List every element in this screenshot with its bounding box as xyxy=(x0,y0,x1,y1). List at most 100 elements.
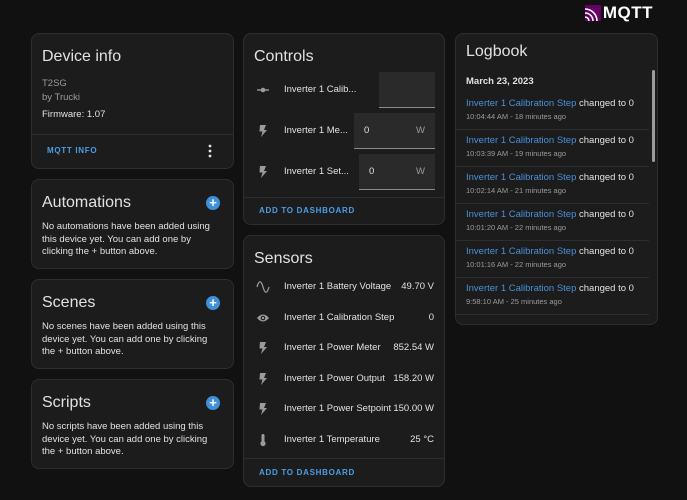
mqtt-logo-text: MQTT xyxy=(602,3,653,22)
sensor-value: 25 °C xyxy=(410,434,434,445)
sensor-value: 158.20 W xyxy=(393,373,434,384)
control-row: Inverter 1 Calib... xyxy=(244,72,444,108)
add-script-button[interactable]: + xyxy=(206,396,220,410)
log-entry: Inverter 1 Calibration Step changed to 0… xyxy=(466,209,643,232)
log-entity-link[interactable]: Inverter 1 Calibration Step xyxy=(466,172,576,183)
log-message: changed to 0 xyxy=(579,172,634,183)
add-to-dashboard-button[interactable]: ADD TO DASHBOARD xyxy=(259,206,355,215)
automations-title: Automations xyxy=(42,194,131,211)
log-entity-link[interactable]: Inverter 1 Calibration Step xyxy=(466,98,576,109)
log-message: changed to 0 xyxy=(579,283,634,294)
divider xyxy=(456,203,649,204)
flash-icon xyxy=(256,341,270,355)
sensor-row: Inverter 1 Power Setpoint 150.00 W xyxy=(244,401,444,417)
scenes-title: Scenes xyxy=(42,294,96,311)
mqtt-info-button[interactable]: MQTT INFO xyxy=(47,146,97,155)
log-entry: Inverter 1 Calibration Step changed to 0… xyxy=(466,172,643,195)
sensor-value: 49.70 V xyxy=(401,281,434,292)
input-value: 0 xyxy=(364,125,370,136)
automations-card: Automations + No automations have been a… xyxy=(31,179,234,269)
dots-vertical-icon[interactable] xyxy=(207,144,213,158)
control-label: Inverter 1 Calib... xyxy=(284,84,357,95)
log-message: changed to 0 xyxy=(579,135,634,146)
device-info-card: Device info T2SG by Trucki Firmware: 1.0… xyxy=(31,33,234,169)
divider xyxy=(244,458,444,459)
log-entity-link[interactable]: Inverter 1 Calibration Step xyxy=(466,135,576,146)
logbook-title: Logbook xyxy=(466,43,528,60)
control-label: Inverter 1 Set... xyxy=(284,166,349,177)
input-unit: W xyxy=(416,125,425,136)
log-message: changed to 0 xyxy=(579,209,634,220)
log-entry: Inverter 1 Calibration Step changed to 0… xyxy=(466,283,643,306)
divider xyxy=(456,240,649,241)
sensor-row: Inverter 1 Power Meter 852.54 W xyxy=(244,340,444,356)
scripts-card: Scripts + No scripts have been added usi… xyxy=(31,379,234,469)
mqtt-logo-icon xyxy=(584,5,601,21)
logbook-date: March 23, 2023 xyxy=(466,76,534,87)
log-entry: Inverter 1 Calibration Step changed to 0… xyxy=(466,246,643,269)
log-entry: Inverter 1 Calibration Step changed to 0… xyxy=(466,135,643,158)
eye-icon xyxy=(256,311,270,325)
device-info-title: Device info xyxy=(42,48,122,65)
control-row: Inverter 1 Me... 0 W xyxy=(244,113,444,149)
control-row: Inverter 1 Set... 0 W xyxy=(244,154,444,190)
sensor-value: 0 xyxy=(428,312,434,323)
sensors-card: Sensors Inverter 1 Battery Voltage 49.70… xyxy=(243,235,445,487)
log-message: changed to 0 xyxy=(579,246,634,257)
mqtt-logo: MQTT xyxy=(584,3,653,22)
log-entry: Inverter 1 Calibration Step changed to 0… xyxy=(466,98,643,121)
sensor-row: Inverter 1 Battery Voltage 49.70 V xyxy=(244,279,444,295)
sensor-label: Inverter 1 Calibration Step xyxy=(284,312,395,323)
power-setpoint-input[interactable]: 0 W xyxy=(359,154,435,190)
automations-description: No automations have been added using thi… xyxy=(42,221,210,257)
add-to-dashboard-button[interactable]: ADD TO DASHBOARD xyxy=(259,468,355,477)
sensor-label: Inverter 1 Temperature xyxy=(284,434,380,445)
log-entity-link[interactable]: Inverter 1 Calibration Step xyxy=(466,246,576,257)
logbook-scrollbar[interactable] xyxy=(652,70,655,162)
log-time: 10:04:44 AM - 18 minutes ago xyxy=(466,112,567,121)
divider xyxy=(456,314,649,315)
divider xyxy=(32,134,233,135)
flash-icon xyxy=(256,372,270,386)
sensor-label: Inverter 1 Battery Voltage xyxy=(284,281,392,292)
scenes-description: No scenes have been added using this dev… xyxy=(42,321,208,357)
device-model: T2SG xyxy=(42,78,67,89)
log-time: 10:01:20 AM - 22 minutes ago xyxy=(466,223,567,232)
sensor-label: Inverter 1 Power Meter xyxy=(284,342,381,353)
sensors-title: Sensors xyxy=(254,250,313,267)
device-manufacturer: by Trucki xyxy=(42,92,81,103)
sensor-row: Inverter 1 Calibration Step 0 xyxy=(244,310,444,326)
add-automation-button[interactable]: + xyxy=(206,196,220,210)
log-entity-link[interactable]: Inverter 1 Calibration Step xyxy=(466,209,576,220)
controls-title: Controls xyxy=(254,48,314,65)
add-scene-button[interactable]: + xyxy=(206,296,220,310)
sensor-value: 150.00 W xyxy=(393,403,434,414)
device-firmware: Firmware: 1.07 xyxy=(42,109,106,120)
controls-card: Controls Inverter 1 Calib... Inverter 1 … xyxy=(243,33,445,225)
sensor-row: Inverter 1 Power Output 158.20 W xyxy=(244,371,444,387)
control-label: Inverter 1 Me... xyxy=(284,125,348,136)
flash-icon xyxy=(256,165,270,179)
log-time: 9:58:10 AM - 25 minutes ago xyxy=(466,297,562,306)
sine-wave-icon xyxy=(256,280,270,294)
flash-icon xyxy=(256,402,270,416)
divider xyxy=(244,197,444,198)
log-entity-link[interactable]: Inverter 1 Calibration Step xyxy=(466,283,576,294)
log-time: 10:01:16 AM - 22 minutes ago xyxy=(466,260,567,269)
log-time: 10:02:14 AM - 21 minutes ago xyxy=(466,186,567,195)
calibration-input[interactable] xyxy=(379,72,435,108)
sensor-label: Inverter 1 Power Output xyxy=(284,373,385,384)
power-meter-input[interactable]: 0 W xyxy=(354,113,435,149)
thermometer-icon xyxy=(256,433,270,447)
divider xyxy=(456,166,649,167)
divider xyxy=(456,277,649,278)
input-unit: W xyxy=(416,166,425,177)
flash-icon xyxy=(256,124,270,138)
logbook-card: Logbook March 23, 2023 Inverter 1 Calibr… xyxy=(455,33,658,325)
input-value: 0 xyxy=(369,166,375,177)
sensor-value: 852.54 W xyxy=(393,342,434,353)
scripts-title: Scripts xyxy=(42,394,91,411)
slider-icon xyxy=(256,83,270,97)
scripts-description: No scripts have been added using this de… xyxy=(42,421,208,457)
log-time: 10:03:39 AM - 19 minutes ago xyxy=(466,149,567,158)
